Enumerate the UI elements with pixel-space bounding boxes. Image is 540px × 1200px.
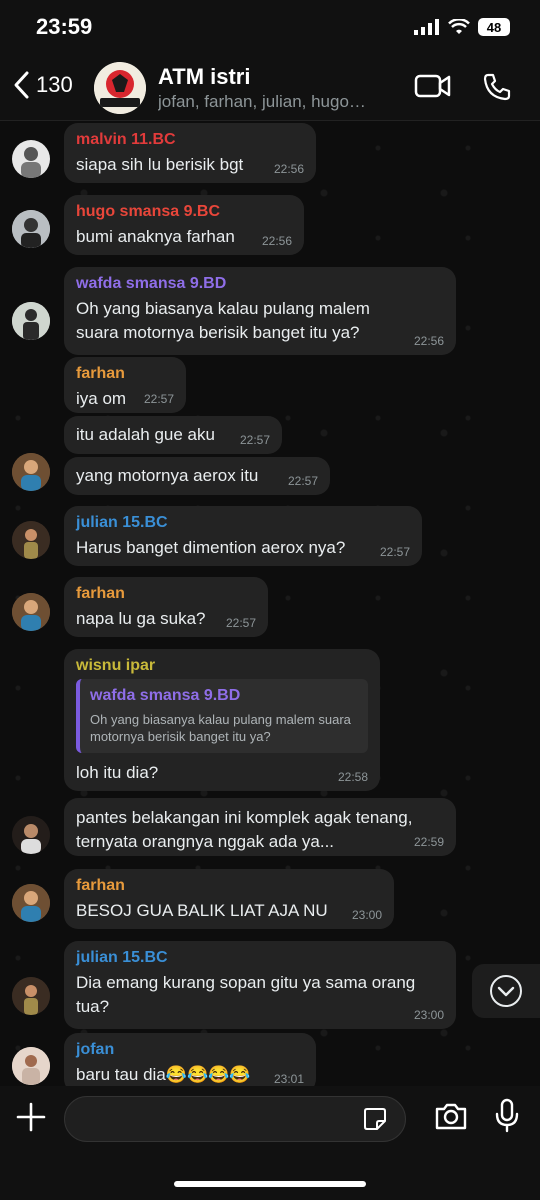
avatar[interactable] bbox=[12, 977, 50, 1015]
video-call-icon bbox=[414, 74, 451, 98]
attach-button[interactable] bbox=[14, 1100, 48, 1139]
back-button[interactable]: 130 bbox=[12, 70, 73, 100]
message-sender: hugo smansa 9.BC bbox=[76, 203, 221, 220]
message-sender: malvin 11.BC bbox=[76, 131, 176, 148]
battery-indicator: 48 bbox=[478, 18, 510, 36]
message-bubble[interactable]: pantes belakangan ini komplek agak tenan… bbox=[64, 798, 456, 856]
message-bubble[interactable]: julian 15.BC Harus banget dimention aero… bbox=[64, 506, 422, 566]
home-indicator[interactable] bbox=[174, 1181, 366, 1187]
sticker-icon bbox=[364, 1108, 386, 1130]
sticker-button[interactable] bbox=[362, 1106, 388, 1137]
message-time: 23:00 bbox=[413, 1008, 444, 1022]
message-bubble[interactable]: julian 15.BC Dia emang kurang sopan gitu… bbox=[64, 941, 456, 1029]
message-time: 22:57 bbox=[379, 545, 410, 559]
message-time: 22:57 bbox=[239, 433, 270, 447]
message-list[interactable]: malvin 11.BC siapa sih lu berisik bgt 22… bbox=[0, 121, 540, 1086]
plus-icon bbox=[16, 1102, 46, 1132]
camera-icon bbox=[435, 1103, 467, 1130]
avatar[interactable] bbox=[12, 593, 50, 631]
message-time: 22:56 bbox=[261, 234, 292, 248]
chat-title: ATM istri bbox=[158, 64, 251, 89]
avatar[interactable] bbox=[12, 816, 50, 854]
wifi-icon bbox=[448, 19, 470, 34]
video-call-button[interactable] bbox=[414, 72, 452, 105]
message-sender: wisnu ipar bbox=[76, 657, 156, 674]
unread-count: 130 bbox=[36, 72, 73, 97]
message-time: 22:56 bbox=[273, 162, 304, 176]
voice-note-button[interactable] bbox=[494, 1098, 520, 1139]
chat-members: jofan, farhan, julian, hugo… bbox=[158, 92, 366, 111]
message-sender: farhan bbox=[76, 585, 125, 602]
status-bar: 23:59 48 bbox=[0, 0, 540, 56]
avatar[interactable] bbox=[12, 521, 50, 559]
message-time: 22:59 bbox=[413, 835, 444, 849]
avatar[interactable] bbox=[12, 453, 50, 491]
message-time: 22:57 bbox=[143, 392, 174, 406]
scroll-to-bottom-button[interactable] bbox=[472, 964, 540, 1018]
quoted-message[interactable]: wafda smansa 9.BD Oh yang biasanya kalau… bbox=[76, 679, 368, 753]
message-text: baru tau dia😂😂😂😂 bbox=[76, 1065, 251, 1084]
message-time: 22:57 bbox=[225, 616, 256, 630]
message-input[interactable] bbox=[64, 1096, 406, 1142]
message-text: BESOJ GUA BALIK LIAT AJA NU bbox=[76, 901, 328, 920]
message-bubble[interactable]: malvin 11.BC siapa sih lu berisik bgt 22… bbox=[64, 123, 316, 183]
message-time: 23:00 bbox=[351, 908, 382, 922]
quoted-sender: wafda smansa 9.BD bbox=[90, 687, 241, 704]
message-sender: julian 15.BC bbox=[76, 514, 168, 531]
avatar[interactable] bbox=[12, 210, 50, 248]
phone-icon bbox=[483, 73, 511, 101]
message-sender: wafda smansa 9.BD bbox=[76, 275, 227, 292]
scroll-down-icon bbox=[490, 975, 522, 1007]
message-sender: farhan bbox=[76, 365, 125, 382]
message-bubble[interactable]: jofan baru tau dia😂😂😂😂 23:01 bbox=[64, 1033, 316, 1086]
message-bubble[interactable]: itu adalah gue aku 22:57 bbox=[64, 416, 282, 454]
message-bubble[interactable]: farhan iya om 22:57 bbox=[64, 357, 186, 413]
camera-button[interactable] bbox=[434, 1101, 468, 1136]
message-text: siapa sih lu berisik bgt bbox=[76, 155, 244, 174]
message-time: 22:58 bbox=[337, 770, 368, 784]
message-text: Oh yang biasanya kalau pulang malem suar… bbox=[76, 299, 370, 342]
chat-title-area[interactable]: ATM istri jofan, farhan, julian, hugo… bbox=[158, 64, 408, 112]
quoted-text: Oh yang biasanya kalau pulang malem suar… bbox=[90, 712, 351, 744]
message-bubble[interactable]: hugo smansa 9.BC bumi anaknya farhan 22:… bbox=[64, 195, 304, 255]
avatar[interactable] bbox=[12, 140, 50, 178]
signal-icon bbox=[414, 19, 439, 35]
group-avatar[interactable] bbox=[94, 62, 146, 114]
back-chevron-icon bbox=[14, 71, 29, 99]
status-time: 23:59 bbox=[36, 14, 93, 39]
voice-call-button[interactable] bbox=[482, 72, 512, 107]
message-text: yang motornya aerox itu bbox=[76, 466, 259, 485]
message-bubble[interactable]: yang motornya aerox itu 22:57 bbox=[64, 457, 330, 495]
message-time: 23:01 bbox=[273, 1072, 304, 1086]
message-text: pantes belakangan ini komplek agak tenan… bbox=[76, 808, 413, 851]
message-bubble[interactable]: wafda smansa 9.BD Oh yang biasanya kalau… bbox=[64, 267, 456, 355]
avatar[interactable] bbox=[12, 884, 50, 922]
message-sender: julian 15.BC bbox=[76, 949, 168, 966]
chat-header: 130 ATM istri jofan, farhan, julian, hug… bbox=[0, 56, 540, 121]
message-text: Dia emang kurang sopan gitu ya sama oran… bbox=[76, 973, 416, 1016]
mic-icon bbox=[495, 1098, 519, 1133]
message-text: bumi anaknya farhan bbox=[76, 227, 235, 246]
message-time: 22:56 bbox=[413, 334, 444, 348]
message-text: Harus banget dimention aerox nya? bbox=[76, 538, 346, 557]
message-bubble[interactable]: wisnu ipar wafda smansa 9.BD Oh yang bia… bbox=[64, 649, 380, 791]
avatar[interactable] bbox=[12, 1047, 50, 1085]
message-text: loh itu dia? bbox=[76, 763, 159, 782]
message-sender: jofan bbox=[76, 1041, 115, 1058]
message-bubble[interactable]: farhan napa lu ga suka? 22:57 bbox=[64, 577, 268, 637]
status-icons: 48 bbox=[414, 18, 510, 36]
message-bubble[interactable]: farhan BESOJ GUA BALIK LIAT AJA NU 23:00 bbox=[64, 869, 394, 929]
message-time: 22:57 bbox=[287, 474, 318, 488]
avatar[interactable] bbox=[12, 302, 50, 340]
message-sender: farhan bbox=[76, 877, 125, 894]
